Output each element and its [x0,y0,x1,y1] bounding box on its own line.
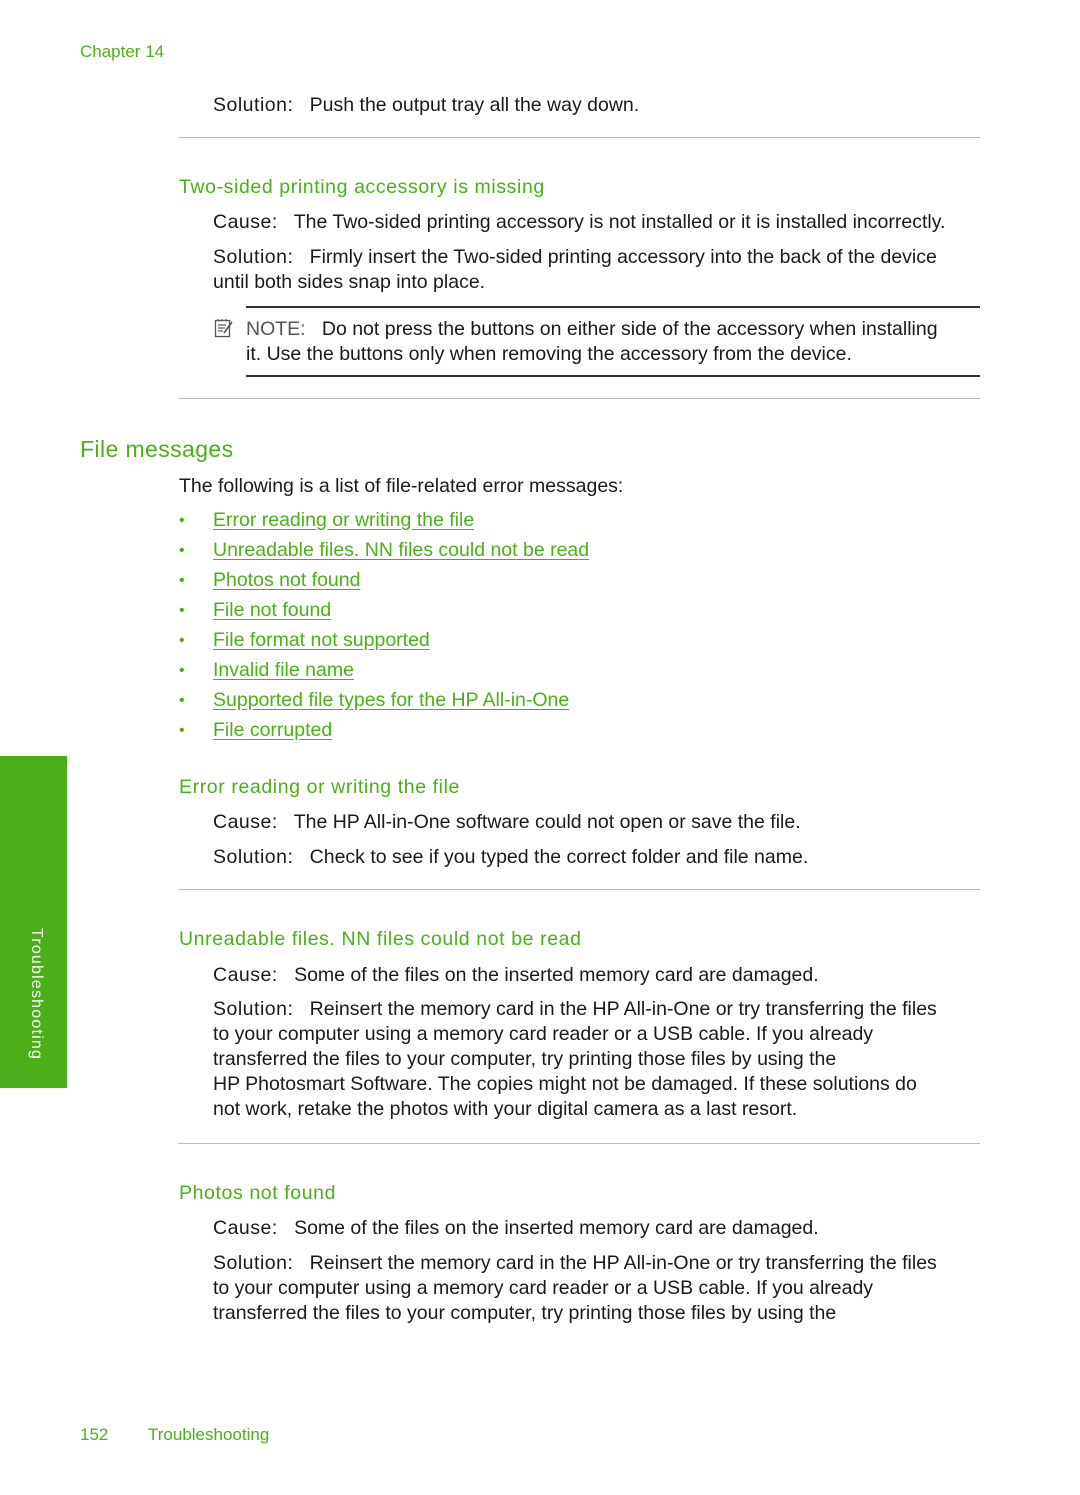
footer-section-title: Troubleshooting [148,1425,270,1444]
subsection-heading-photos-not-found: Photos not found [179,1182,337,1204]
divider [178,137,980,138]
bullet-icon: • [179,692,185,709]
list-item: • Photos not found [179,568,779,598]
link-unreadable-files[interactable]: Unreadable files. NN files could not be … [213,538,589,563]
bullet-icon: • [179,512,185,529]
solution-text: Check to see if you typed the correct fo… [309,846,809,868]
note-line: Do not press the buttons on either side … [321,318,938,340]
list-item: • File format not supported [179,628,779,658]
bullet-icon: • [179,722,185,739]
solution-text-cont: to your computer using a memory card rea… [213,1023,874,1045]
link-file-format-not-supported[interactable]: File format not supported [213,628,430,653]
solution-label: Solution: [213,998,294,1020]
solution-photos-not-found: Solution: Reinsert the memory card in th… [213,1251,937,1326]
note-line: it. Use the buttons only when removing t… [246,343,852,365]
cause-text: The HP All-in-One software could not ope… [293,811,801,833]
solution-text-cont: until both sides snap into place. [213,271,486,293]
subsection-heading-error-rw: Error reading or writing the file [179,776,460,798]
solution-label: Solution: [213,94,294,116]
side-tab-label: Troubleshooting [27,927,45,1061]
bullet-icon: • [179,542,185,559]
divider [178,889,980,890]
cause-error-rw: Cause: The HP All-in-One software could … [213,810,801,835]
cause-label: Cause: [213,211,278,233]
note-icon [214,319,233,338]
solution-text-cont: HP Photosmart Software. The copies might… [213,1073,917,1095]
list-item: • Unreadable files. NN files could not be… [179,538,779,568]
subsection-heading-unreadable: Unreadable files. NN files could not be … [179,928,582,950]
cause-unreadable: Cause: Some of the files on the inserted… [213,963,819,988]
solution-text: Firmly insert the Two-sided printing acc… [309,246,937,268]
solution-two-sided: Solution: Firmly insert the Two-sided pr… [213,245,983,295]
cause-text: Some of the files on the inserted memory… [294,964,819,986]
link-error-reading-writing[interactable]: Error reading or writing the file [213,508,474,533]
section-heading-file-messages: File messages [80,436,234,462]
link-file-corrupted[interactable]: File corrupted [213,718,332,743]
list-item: • File corrupted [179,718,779,748]
cause-two-sided: Cause: The Two-sided printing accessory … [213,210,945,235]
bullet-icon: • [179,632,185,649]
note-label: NOTE: [246,318,306,340]
solution-text-cont: not work, retake the photos with your di… [213,1098,798,1120]
list-item: • Error reading or writing the file [179,508,779,538]
note-text: NOTE: Do not press the buttons on either… [246,317,980,367]
link-file-not-found[interactable]: File not found [213,598,331,623]
cause-text: The Two-sided printing accessory is not … [293,211,946,233]
chapter-label: Chapter 14 [80,42,165,61]
file-message-links: • Error reading or writing the file • Unre… [179,508,779,748]
solution-unreadable: Solution: Reinsert the memory card in th… [213,997,937,1122]
intro-text: The following is a list of file-related … [179,475,624,497]
solution-text-cont: transferred the files to your computer, … [213,1302,837,1324]
bullet-icon: • [179,662,185,679]
solution-text-cont: to your computer using a memory card rea… [213,1277,874,1299]
side-tab-troubleshooting: Troubleshooting [0,756,67,1088]
solution-label: Solution: [213,846,294,868]
page-number: 152 [80,1425,109,1444]
bullet-icon: • [179,572,185,589]
cause-label: Cause: [213,964,278,986]
list-item: • File not found [179,598,779,628]
divider [178,398,980,399]
top-solution: Solution: Push the output tray all the w… [213,93,639,118]
link-photos-not-found[interactable]: Photos not found [213,568,360,593]
cause-photos-not-found: Cause: Some of the files on the inserted… [213,1216,819,1241]
solution-text: Reinsert the memory card in the HP All-i… [309,1252,937,1274]
cause-label: Cause: [213,1217,278,1239]
solution-text-cont: transferred the files to your computer, … [213,1048,837,1070]
link-supported-file-types[interactable]: Supported file types for the HP All-in-O… [213,688,569,713]
cause-label: Cause: [213,811,278,833]
list-item: • Supported file types for the HP All-in-… [179,688,779,718]
solution-text: Push the output tray all the way down. [309,94,640,116]
subsection-heading-two-sided: Two-sided printing accessory is missing [179,176,545,198]
solution-text: Reinsert the memory card in the HP All-i… [309,998,937,1020]
cause-text: Some of the files on the inserted memory… [294,1217,819,1239]
link-invalid-file-name[interactable]: Invalid file name [213,658,354,683]
note-box: NOTE: Do not press the buttons on either… [214,306,980,377]
solution-label: Solution: [213,1252,294,1274]
solution-error-rw: Solution: Check to see if you typed the … [213,845,808,870]
solution-label: Solution: [213,246,294,268]
bullet-icon: • [179,602,185,619]
divider [178,1143,980,1144]
list-item: • Invalid file name [179,658,779,688]
